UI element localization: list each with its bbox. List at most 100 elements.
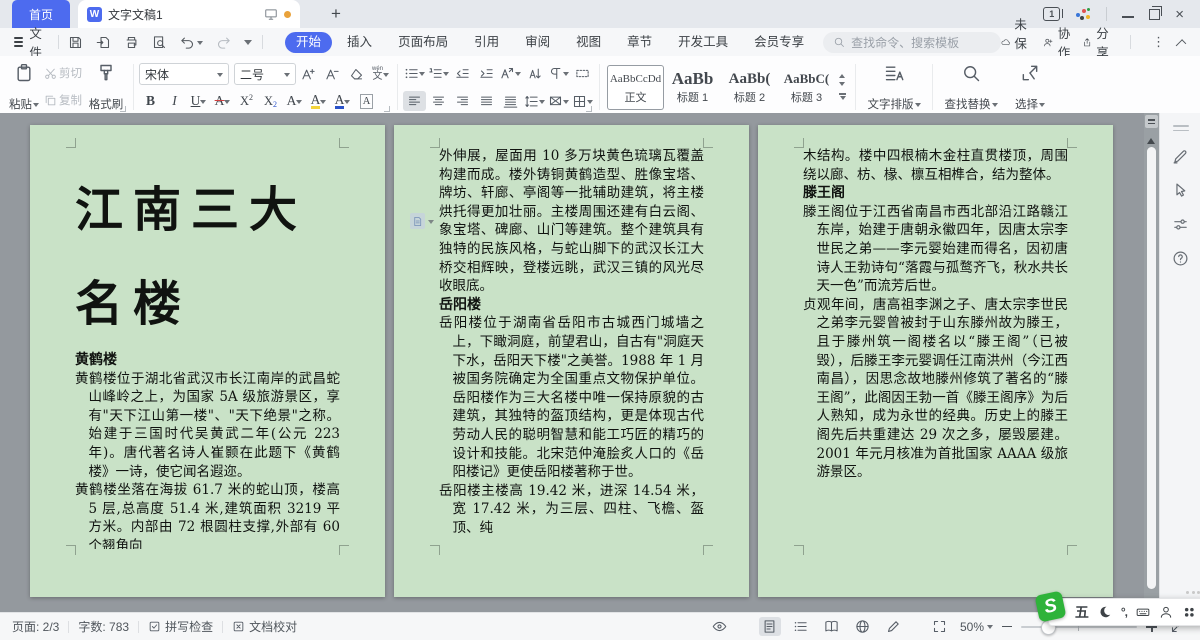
zoom-out-button[interactable] bbox=[1002, 626, 1012, 628]
annotate-pen-icon[interactable] bbox=[1172, 148, 1189, 165]
document-tab[interactable]: W 文字文稿1 bbox=[78, 0, 300, 28]
line-spacing-button[interactable] bbox=[523, 91, 546, 111]
view-page-mode-button[interactable] bbox=[759, 617, 781, 636]
sogou-logo-icon[interactable]: S bbox=[1034, 590, 1066, 622]
word-count[interactable]: 字数: 783 bbox=[78, 618, 129, 635]
page-2[interactable]: 外伸展，屋面用 10 多万块黄色琉璃瓦覆盖构建而成。楼外铸铜黄鹤造型、胜像宝塔、… bbox=[394, 125, 749, 597]
select-button[interactable]: 选择 bbox=[1004, 59, 1056, 115]
style-gallery-more-button[interactable] bbox=[839, 93, 846, 102]
bullets-button[interactable] bbox=[403, 63, 426, 83]
view-annotate-button[interactable] bbox=[883, 617, 905, 636]
eye-protection-icon[interactable] bbox=[709, 617, 731, 636]
collapse-ribbon-icon[interactable] bbox=[1176, 39, 1187, 50]
page-indicator[interactable]: 页面: 2/3 bbox=[12, 618, 59, 635]
paste-options-button[interactable] bbox=[410, 213, 434, 229]
justify-button[interactable] bbox=[475, 91, 498, 111]
spellcheck-toggle[interactable]: 拼写检查 bbox=[148, 618, 213, 635]
italic-button[interactable]: I bbox=[163, 91, 186, 111]
page-3[interactable]: 木结构。楼中四根楠木金柱直贯楼顶，周围绕以廊、枋、椽、檩互相榫合，结为整体。滕王… bbox=[758, 125, 1113, 597]
tab-home[interactable]: 开始 bbox=[285, 32, 332, 53]
align-center-button[interactable] bbox=[427, 91, 450, 111]
sort-button[interactable] bbox=[523, 63, 546, 83]
shading-button[interactable] bbox=[547, 91, 570, 111]
presentation-mode-icon[interactable] bbox=[264, 7, 278, 21]
customize-quickbar-button[interactable] bbox=[244, 36, 252, 49]
command-search-input[interactable]: 查找命令、搜索模板 bbox=[823, 32, 1001, 53]
text-layout-button[interactable]: 文字排版 bbox=[861, 59, 927, 115]
tab-view[interactable]: 视图 bbox=[565, 32, 612, 53]
highlight-color-button[interactable]: A bbox=[307, 91, 330, 111]
subscript-button[interactable]: X2 bbox=[259, 91, 282, 111]
print-preview-button[interactable] bbox=[152, 35, 167, 50]
page-1[interactable]: 江南三大名楼黄鹤楼黄鹤楼位于湖北省武汉市长江南岸的武昌蛇山峰岭之上，为国家 5A… bbox=[30, 125, 385, 597]
bold-button[interactable]: B bbox=[139, 91, 162, 111]
align-left-button[interactable] bbox=[403, 91, 426, 111]
text-direction-button[interactable] bbox=[571, 63, 594, 83]
ime-mode-wubi[interactable]: 五 bbox=[1075, 602, 1089, 622]
decrease-indent-button[interactable] bbox=[451, 63, 474, 83]
style-gallery-up-button[interactable] bbox=[839, 71, 845, 78]
scrollbar-thumb[interactable] bbox=[1147, 147, 1156, 589]
view-outline-mode-button[interactable] bbox=[790, 617, 812, 636]
tab-page-layout[interactable]: 页面布局 bbox=[387, 32, 459, 53]
document-canvas[interactable]: 江南三大名楼黄鹤楼黄鹤楼位于湖北省武汉市长江南岸的武昌蛇山峰岭之上，为国家 5A… bbox=[0, 113, 1144, 612]
tab-member[interactable]: 会员专享 bbox=[743, 32, 815, 53]
scroll-up-arrow[interactable] bbox=[1147, 134, 1155, 144]
vertical-scrollbar[interactable] bbox=[1144, 113, 1159, 612]
fit-page-icon[interactable] bbox=[929, 617, 951, 636]
show-paragraph-marks-button[interactable] bbox=[547, 63, 570, 83]
strikethrough-button[interactable]: A bbox=[211, 91, 234, 111]
clear-format-button[interactable] bbox=[345, 64, 368, 84]
pointer-icon[interactable] bbox=[1172, 182, 1189, 199]
page-3-text[interactable]: 木结构。楼中四根楠木金柱直贯楼顶，周围绕以廊、枋、椽、檩互相榫合，结为整体。滕王… bbox=[803, 147, 1068, 549]
underline-button[interactable]: U bbox=[187, 91, 210, 111]
tab-references[interactable]: 引用 bbox=[463, 32, 510, 53]
grow-font-button[interactable] bbox=[297, 64, 320, 84]
export-button[interactable] bbox=[96, 35, 111, 50]
style-normal[interactable]: AaBbCcDd 正文 bbox=[607, 65, 664, 110]
view-read-mode-button[interactable] bbox=[821, 617, 843, 636]
redo-button[interactable] bbox=[216, 35, 231, 50]
tab-review[interactable]: 审阅 bbox=[514, 32, 561, 53]
ime-punctuation-mode[interactable]: °, bbox=[1121, 605, 1127, 619]
print-button[interactable] bbox=[124, 35, 139, 50]
help-icon[interactable] bbox=[1172, 250, 1189, 267]
ime-keyboard-icon[interactable] bbox=[1136, 605, 1150, 619]
undo-button[interactable] bbox=[180, 35, 203, 50]
ime-toolbox-icon[interactable] bbox=[1182, 605, 1196, 619]
find-replace-button[interactable]: 查找替换 bbox=[938, 59, 1004, 115]
rail-drag-handle[interactable] bbox=[1173, 125, 1189, 131]
ime-profile-icon[interactable] bbox=[1159, 605, 1173, 619]
copy-button[interactable]: 复制 bbox=[44, 92, 82, 108]
character-border-button[interactable]: A bbox=[355, 91, 378, 111]
align-right-button[interactable] bbox=[451, 91, 474, 111]
character-scale-button[interactable] bbox=[499, 63, 522, 83]
shrink-font-button[interactable] bbox=[321, 64, 344, 84]
proofread-toggle[interactable]: 文档校对 bbox=[232, 618, 297, 635]
zoom-level-dropdown[interactable]: 50% bbox=[960, 620, 993, 634]
font-name-combo[interactable]: 宋体 bbox=[139, 63, 229, 85]
tab-dev-tools[interactable]: 开发工具 bbox=[667, 32, 739, 53]
font-size-combo[interactable]: 二号 bbox=[234, 63, 296, 85]
style-heading1[interactable]: AaBb 标题 1 bbox=[664, 65, 721, 110]
font-color-button[interactable]: A bbox=[331, 91, 354, 111]
style-heading2[interactable]: AaBb( 标题 2 bbox=[721, 65, 778, 110]
style-heading3[interactable]: AaBbC( 标题 3 bbox=[778, 65, 835, 110]
new-tab-button[interactable]: + bbox=[324, 4, 348, 24]
scrollbar-top-button[interactable] bbox=[1145, 115, 1158, 128]
page-2-text[interactable]: 外伸展，屋面用 10 多万块黄色琉璃瓦覆盖构建而成。楼外铸铜黄鹤造型、胜像宝塔、… bbox=[439, 147, 704, 549]
text-effects-button[interactable]: A bbox=[283, 91, 306, 111]
superscript-button[interactable]: X2 bbox=[235, 91, 258, 111]
numbering-button[interactable] bbox=[427, 63, 450, 83]
cut-button[interactable]: 剪切 bbox=[44, 65, 82, 81]
distribute-button[interactable] bbox=[499, 91, 522, 111]
increase-indent-button[interactable] bbox=[475, 63, 498, 83]
pinyin-guide-button[interactable]: wén文 bbox=[369, 64, 392, 84]
paste-button[interactable]: 粘贴 bbox=[6, 59, 42, 115]
view-web-mode-button[interactable] bbox=[852, 617, 874, 636]
style-gallery-down-button[interactable] bbox=[839, 82, 845, 89]
save-button[interactable] bbox=[68, 35, 83, 50]
tab-section[interactable]: 章节 bbox=[616, 32, 663, 53]
settings-sliders-icon[interactable] bbox=[1172, 216, 1189, 233]
more-options-icon[interactable]: ⋮ bbox=[1152, 34, 1165, 50]
